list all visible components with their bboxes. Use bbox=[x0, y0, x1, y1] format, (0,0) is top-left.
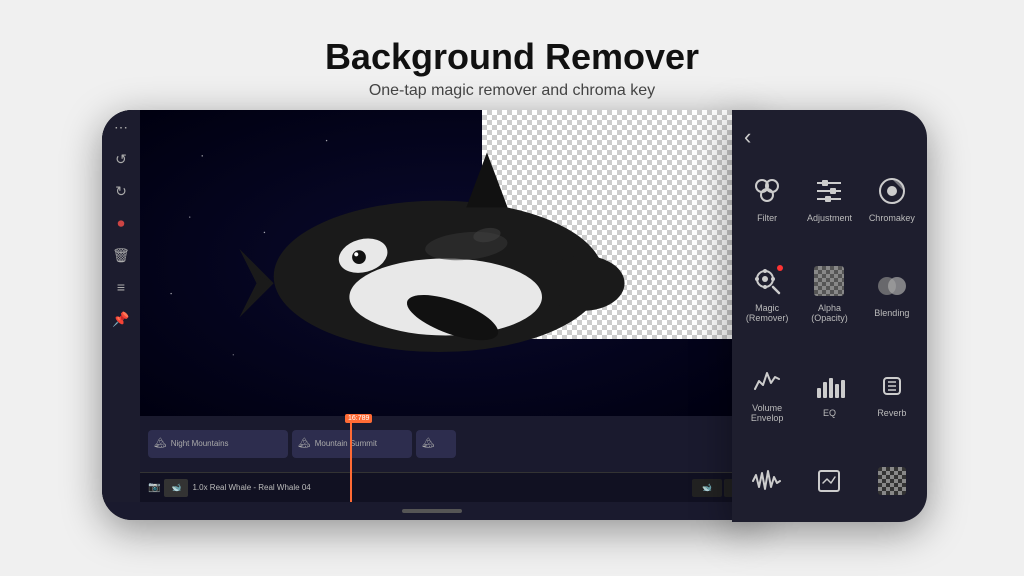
volume-icon bbox=[749, 363, 785, 399]
track-clip-2[interactable]: 🏔 Mountain Summit bbox=[292, 430, 412, 458]
timeline-tracks: 16:789 🏔 Night Mountains 🏔 Mountain Summ… bbox=[140, 416, 762, 472]
panel-item-reverb[interactable]: Reverb bbox=[865, 347, 919, 439]
home-indicator bbox=[402, 509, 462, 513]
alpha-label: Alpha(Opacity) bbox=[811, 303, 848, 325]
bottom-track-label: 1.0x Real Whale - Real Whale 04 bbox=[192, 483, 310, 492]
record-icon[interactable]: ⏺ bbox=[118, 216, 125, 230]
panel-item-magic-remover[interactable]: Magic(Remover) bbox=[740, 247, 794, 339]
adjustment-label: Adjustment bbox=[807, 213, 852, 224]
keyframe-icon bbox=[811, 463, 847, 499]
panel-item-adjustment[interactable]: Adjustment bbox=[802, 158, 856, 239]
playhead: 16:789 bbox=[350, 416, 352, 472]
redo-icon[interactable]: ↻ bbox=[115, 184, 127, 198]
eq-label: EQ bbox=[823, 408, 836, 419]
checker2-pattern bbox=[878, 467, 906, 495]
panel-item-filter[interactable]: Filter bbox=[740, 158, 794, 239]
track-clip-3[interactable]: 🏔 bbox=[416, 430, 456, 458]
panel-item-chromakey[interactable]: Chromakey bbox=[865, 158, 919, 239]
phone-sidebar: ⋯ ↺ ↻ ⏺ 🗑 ≡ 📌 bbox=[102, 110, 140, 502]
filter-icon bbox=[749, 173, 785, 209]
panel-item-eq[interactable]: EQ bbox=[802, 347, 856, 439]
phone-device: ⋯ ↺ ↻ ⏺ 🗑 ≡ 📌 bbox=[102, 110, 762, 520]
playhead-time: 16:789 bbox=[345, 416, 372, 423]
panel-item-blending[interactable]: Blending bbox=[865, 247, 919, 339]
blending-icon bbox=[874, 268, 910, 304]
panel-back-button[interactable]: ‹ bbox=[740, 124, 919, 150]
clip-label-1: Night Mountains bbox=[171, 439, 229, 448]
panel-item-alpha[interactable]: Alpha(Opacity) bbox=[802, 247, 856, 339]
panel-item-keyframe[interactable] bbox=[802, 447, 856, 514]
active-dot bbox=[777, 265, 783, 271]
waveform-icon bbox=[749, 463, 785, 499]
page-title: Background Remover bbox=[325, 36, 699, 78]
clip-icon: 🏔 bbox=[154, 438, 167, 449]
reverb-icon bbox=[874, 368, 910, 404]
chromakey-icon bbox=[874, 173, 910, 209]
eq-icon bbox=[811, 368, 847, 404]
phone-bottom-bar bbox=[102, 502, 762, 520]
pin-icon[interactable]: 📌 bbox=[112, 312, 129, 326]
whale-svg bbox=[190, 125, 688, 400]
page-subtitle: One-tap magic remover and chroma key bbox=[325, 82, 699, 100]
alpha-icon bbox=[811, 263, 847, 299]
bottom-track: 📷 🐋 1.0x Real Whale - Real Whale 04 🐋 🐋 bbox=[140, 472, 762, 502]
checker2-icon bbox=[874, 463, 910, 499]
panel-item-waveform[interactable] bbox=[740, 447, 794, 514]
blending-label: Blending bbox=[874, 308, 909, 319]
clip-label-2: Mountain Summit bbox=[315, 439, 377, 448]
phone-container: ⋯ ↺ ↻ ⏺ 🗑 ≡ 📌 bbox=[102, 110, 922, 540]
delete-icon[interactable]: 🗑 bbox=[112, 248, 130, 262]
reverb-label: Reverb bbox=[877, 408, 906, 419]
whale-image bbox=[190, 125, 688, 400]
right-panel: ‹ Filter bbox=[732, 110, 927, 522]
volume-label: VolumeEnvelop bbox=[751, 403, 784, 425]
filter-label: Filter bbox=[757, 213, 777, 224]
menu-icon[interactable]: ⋯ bbox=[114, 120, 128, 134]
video-area: 16:789 🏔 Night Mountains 🏔 Mountain Summ… bbox=[140, 110, 762, 502]
undo-icon[interactable]: ↺ bbox=[115, 152, 127, 166]
panel-item-checker2[interactable] bbox=[865, 447, 919, 514]
panel-item-volume[interactable]: VolumeEnvelop bbox=[740, 347, 794, 439]
whale-thumb-1: 🐋 bbox=[692, 479, 722, 497]
page-header: Background Remover One-tap magic remover… bbox=[325, 36, 699, 100]
chromakey-label: Chromakey bbox=[869, 213, 915, 224]
track-clip-1[interactable]: 🏔 Night Mountains bbox=[148, 430, 288, 458]
magic-remover-label: Magic(Remover) bbox=[746, 303, 789, 325]
panel-grid: Filter Adjustment bbox=[740, 158, 919, 514]
timeline-area: 16:789 🏔 Night Mountains 🏔 Mountain Summ… bbox=[140, 416, 762, 502]
clip-icon-2: 🏔 bbox=[298, 438, 311, 449]
clip-icon-3: 🏔 bbox=[422, 438, 435, 449]
checker-pattern bbox=[814, 266, 844, 296]
page-wrapper: Background Remover One-tap magic remover… bbox=[0, 0, 1024, 576]
layers-icon[interactable]: ≡ bbox=[117, 280, 125, 294]
whale-scene bbox=[140, 110, 762, 416]
track-thumbnail: 🐋 bbox=[164, 479, 188, 497]
magic-remover-icon bbox=[749, 263, 785, 299]
phone-screen: ⋯ ↺ ↻ ⏺ 🗑 ≡ 📌 bbox=[102, 110, 762, 502]
bottom-track-icon: 📷 bbox=[148, 482, 160, 493]
adjustment-icon bbox=[811, 173, 847, 209]
